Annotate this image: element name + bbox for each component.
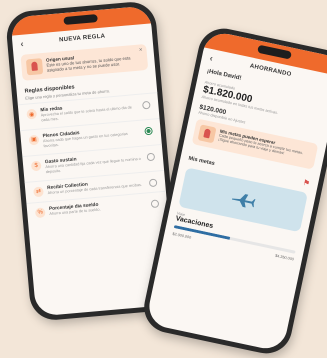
rule-icon: % — [34, 206, 46, 218]
goals-title: Mis metas — [187, 155, 216, 167]
rule-icon: ◉ — [26, 108, 38, 120]
goal-current: $2.000.000 — [172, 231, 192, 240]
rule-icon: ⇄ — [33, 185, 44, 197]
page-title: NUEVA REGLA — [58, 33, 106, 44]
illustration-icon — [197, 124, 217, 144]
notch — [63, 14, 98, 26]
illustration-icon — [25, 58, 44, 76]
phone-saving: ‹ AHORRANDO ¡Hola David! Ahorro acumulad… — [139, 23, 327, 358]
rule-radio[interactable] — [150, 198, 160, 208]
airplane-icon — [231, 194, 256, 208]
screen-saving: ‹ AHORRANDO ¡Hola David! Ahorro acumulad… — [145, 29, 327, 353]
add-goal-icon[interactable]: ⚑ — [302, 178, 311, 188]
rule-radio[interactable] — [146, 152, 156, 161]
rule-radio[interactable] — [148, 178, 158, 187]
rule-radio-selected[interactable] — [144, 126, 153, 136]
back-arrow-icon[interactable]: ‹ — [20, 39, 24, 49]
goal-target: $4.350.000 — [274, 253, 295, 262]
back-arrow-icon[interactable]: ‹ — [209, 53, 214, 63]
notch — [257, 44, 292, 60]
rule-icon: $ — [30, 160, 42, 172]
rule-radio[interactable] — [142, 100, 151, 110]
rule-icon: ▣ — [28, 134, 40, 146]
close-icon[interactable]: × — [139, 47, 143, 53]
